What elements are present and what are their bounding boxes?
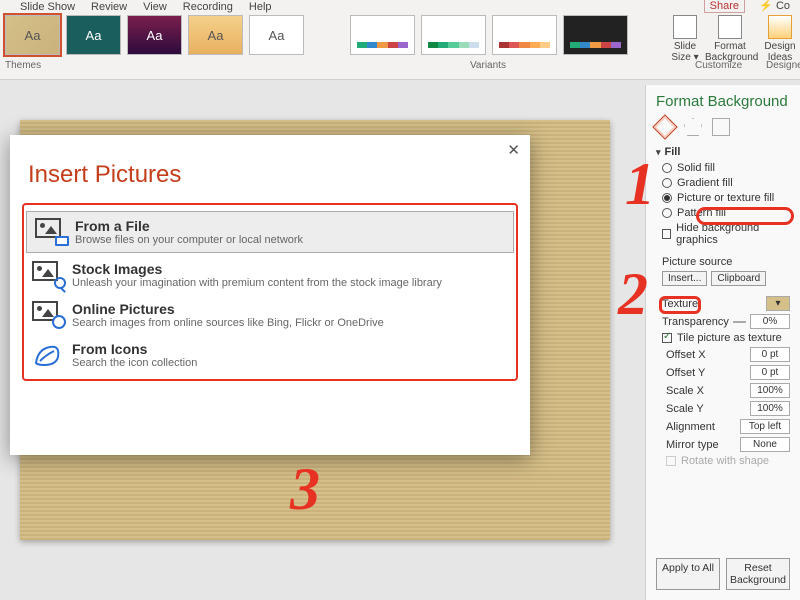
option-title: From a File xyxy=(75,218,303,234)
texture-picker[interactable]: ▾ xyxy=(766,296,790,311)
scale-y-input[interactable]: 100% xyxy=(750,401,790,416)
option-desc: Search the icon collection xyxy=(72,357,197,369)
reset-background-button[interactable]: Reset Background xyxy=(726,558,790,590)
globe-icon xyxy=(32,301,62,325)
check-hide-bg[interactable]: Hide background graphics xyxy=(662,222,790,246)
radio-picture-fill[interactable]: Picture or texture fill xyxy=(662,192,790,204)
leaf-icon xyxy=(32,341,62,365)
slide-size-button[interactable]: Slide Size ▾ xyxy=(665,15,705,63)
check-rotate: Rotate with shape xyxy=(666,455,790,467)
themes-gallery[interactable]: Aa Aa Aa Aa Aa xyxy=(5,15,304,55)
insert-pictures-dialog: ✕ Insert Pictures From a FileBrowse file… xyxy=(10,135,530,455)
dialog-options-highlight: From a FileBrowse files on your computer… xyxy=(22,203,518,381)
clipboard-button[interactable]: Clipboard xyxy=(711,271,766,286)
option-from-icons[interactable]: From IconsSearch the icon collection xyxy=(24,335,516,375)
scale-x-input[interactable]: 100% xyxy=(750,383,790,398)
transparency-value[interactable]: 0% xyxy=(750,314,790,329)
fill-category-icon[interactable] xyxy=(652,114,677,139)
label-picture-source: Picture source xyxy=(662,256,790,268)
group-label-variants: Variants xyxy=(470,60,506,71)
option-online-pictures[interactable]: Online PicturesSearch images from online… xyxy=(24,295,516,335)
variant-thumb[interactable] xyxy=(492,15,557,55)
option-desc: Browse files on your computer or local n… xyxy=(75,234,303,246)
file-icon xyxy=(35,218,65,242)
variant-thumb[interactable] xyxy=(421,15,486,55)
theme-thumb[interactable]: Aa xyxy=(188,15,243,55)
tab-view[interactable]: View xyxy=(143,0,167,15)
tab-review[interactable]: Review xyxy=(91,0,127,15)
annotation-oval-1 xyxy=(696,207,794,225)
variant-thumb[interactable] xyxy=(350,15,415,55)
pane-category-icons xyxy=(656,118,790,136)
picture-category-icon[interactable] xyxy=(712,118,730,136)
theme-thumb[interactable]: Aa xyxy=(127,15,182,55)
section-fill[interactable]: Fill xyxy=(656,146,790,158)
pane-title: Format Background xyxy=(656,93,790,110)
variants-gallery[interactable] xyxy=(350,15,628,55)
theme-thumb[interactable]: Aa xyxy=(249,15,304,55)
insert-picture-button[interactable]: Insert... xyxy=(662,271,707,286)
share-button[interactable]: Share xyxy=(704,0,745,13)
format-background-pane: Format Background Fill Solid fill Gradie… xyxy=(645,85,800,600)
tab-help[interactable]: Help xyxy=(249,0,272,15)
option-from-file[interactable]: From a FileBrowse files on your computer… xyxy=(26,211,514,253)
alignment-select[interactable]: Top left xyxy=(740,419,790,434)
offset-y-input[interactable]: 0 pt xyxy=(750,365,790,380)
ribbon-tabs: Slide Show Review View Recording Help xyxy=(20,0,272,15)
variant-thumb[interactable] xyxy=(563,15,628,55)
radio-solid-fill[interactable]: Solid fill xyxy=(662,162,790,174)
step-number-2: 2 xyxy=(618,260,648,329)
dialog-title: Insert Pictures xyxy=(10,135,530,203)
format-background-button[interactable]: Format Background xyxy=(705,15,755,63)
option-title: From Icons xyxy=(72,341,197,357)
row-transparency: Transparency0% xyxy=(662,314,790,329)
option-title: Stock Images xyxy=(72,261,442,277)
radio-gradient-fill[interactable]: Gradient fill xyxy=(662,177,790,189)
stock-icon xyxy=(32,261,62,285)
transparency-slider[interactable] xyxy=(733,321,746,323)
design-ideas-button[interactable]: Design Ideas xyxy=(760,15,800,63)
apply-to-all-button[interactable]: Apply to All xyxy=(656,558,720,590)
close-icon[interactable]: ✕ xyxy=(507,141,520,159)
effects-category-icon[interactable] xyxy=(684,118,702,136)
step-number-1: 1 xyxy=(625,150,655,219)
theme-thumb[interactable]: Aa xyxy=(5,15,60,55)
step-number-3: 3 xyxy=(290,455,320,524)
ribbon: Slide Show Review View Recording Help Sh… xyxy=(0,0,800,80)
option-title: Online Pictures xyxy=(72,301,384,317)
check-tile[interactable]: Tile picture as texture xyxy=(662,332,790,344)
theme-thumb[interactable]: Aa xyxy=(66,15,121,55)
annotation-oval-2 xyxy=(659,296,701,314)
option-stock-images[interactable]: Stock ImagesUnleash your imagination wit… xyxy=(24,255,516,295)
comments-button[interactable]: ⚡ Co xyxy=(759,0,790,12)
group-label-themes: Themes xyxy=(5,60,41,71)
tab-recording[interactable]: Recording xyxy=(183,0,233,15)
offset-x-input[interactable]: 0 pt xyxy=(750,347,790,362)
option-desc: Search images from online sources like B… xyxy=(72,317,384,329)
option-desc: Unleash your imagination with premium co… xyxy=(72,277,442,289)
mirror-select[interactable]: None xyxy=(740,437,790,452)
tab-slideshow[interactable]: Slide Show xyxy=(20,0,75,15)
